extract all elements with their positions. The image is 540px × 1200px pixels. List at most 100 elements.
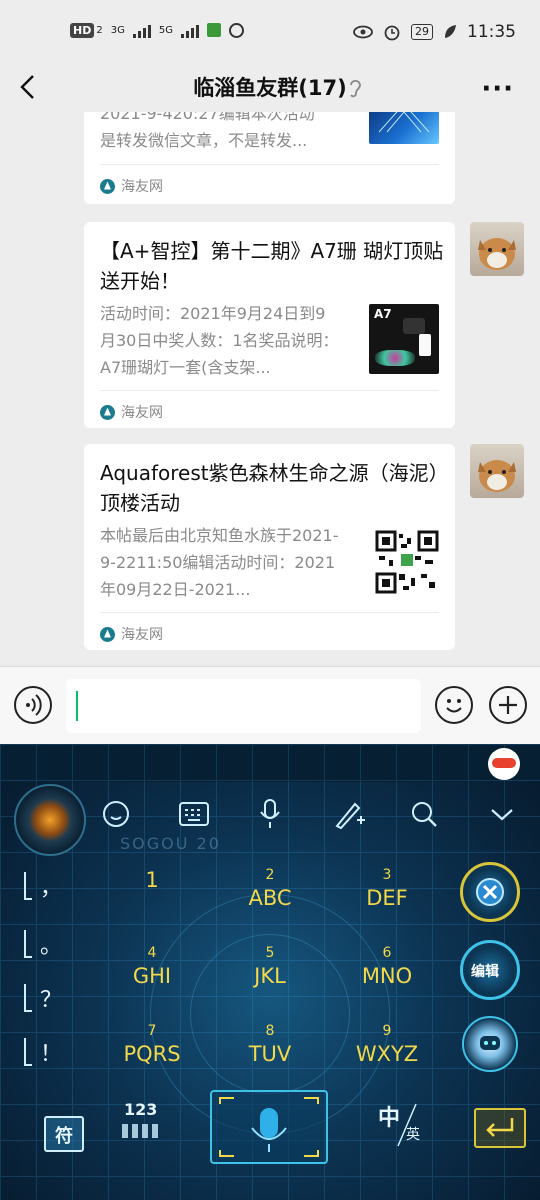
nfc-icon [228, 22, 244, 38]
sender-avatar[interactable] [470, 444, 524, 498]
enter-key[interactable] [474, 1108, 526, 1148]
space-voice-key[interactable] [210, 1090, 328, 1164]
text-cursor [76, 691, 78, 721]
key-letters: GHI [132, 964, 172, 988]
key-2[interactable]: 2 ABC [210, 866, 330, 936]
network-3g-label: 3G [110, 24, 125, 36]
card-description: 活动时间：2021年9月24日到9月30日中奖人数：1名奖品说明：A7珊瑚灯一套… [100, 304, 339, 377]
chat-header: 临淄鱼友群(17) ··· [0, 64, 540, 112]
sim-number: 2 [96, 24, 103, 36]
edit-key[interactable]: 编辑 [460, 940, 520, 1000]
clock: 11:35 [467, 22, 516, 42]
app-notification-icon [206, 23, 221, 37]
key-number: 2 [265, 867, 275, 883]
key-number: 5 [265, 945, 275, 961]
enter-arrow-icon [486, 1118, 514, 1137]
plus-icon [499, 696, 517, 714]
link-card-message[interactable]: Aquaforest紫色森林生命之源（海泥）顶楼活动 本帖最后由北京知鱼水族于2… [84, 444, 455, 650]
language-switch-key[interactable]: 中 英 [376, 1100, 428, 1148]
microphone-icon[interactable] [250, 794, 290, 834]
emoji-toolbar-icon[interactable] [96, 794, 136, 834]
key-9[interactable]: 9 WXYZ [327, 1022, 447, 1092]
ime-keyboard: SOGOU 20 ， 。 ？ ！ 1 2 ABC 3 DEF 4 GHI 5 JKL 6… [0, 744, 540, 1200]
key-letters: TUV [248, 1042, 292, 1066]
numbers-key[interactable]: 123 [118, 1100, 166, 1146]
collapse-keyboard-icon[interactable] [482, 794, 522, 834]
key-8[interactable]: 8 TUV [210, 1022, 330, 1092]
leaf-icon [445, 25, 456, 38]
symbols-key[interactable]: 符 [44, 1116, 84, 1152]
key-letters: 1 [145, 868, 159, 892]
key-7[interactable]: 7 PQRS [92, 1022, 212, 1092]
mute-ear-icon [350, 79, 361, 98]
edit-key-label: 编辑 [471, 964, 499, 980]
source-logo-icon [100, 626, 115, 642]
emoji-face-key[interactable] [462, 1016, 518, 1072]
key-number: 9 [382, 1023, 392, 1039]
emoji-button[interactable] [435, 686, 473, 724]
signal-icon [132, 22, 151, 38]
message-list: 2021-9-420:27编辑本次活动 是转发微信文章，不是转发... 海友网 … [0, 112, 540, 666]
link-card-message[interactable]: 2021-9-420:27编辑本次活动 是转发微信文章，不是转发... 海友网 [84, 112, 455, 204]
message-input-bar [0, 666, 540, 744]
card-divider [100, 612, 439, 613]
key-letters: ABC [248, 886, 292, 910]
card-description: 本帖最后由北京知鱼水族于2021-9-2211:50编辑活动时间：2021年09… [100, 526, 339, 599]
keyboard-switch-icon[interactable] [174, 794, 214, 834]
sender-avatar[interactable] [470, 222, 524, 276]
card-divider [100, 164, 439, 165]
card-source: 海友网 [100, 402, 163, 422]
hd-badge: HD [70, 22, 95, 38]
symbol-exclaim-key[interactable]: ！ [24, 1034, 64, 1070]
source-logo-icon [100, 404, 115, 420]
key-6[interactable]: 6 MNO [327, 944, 447, 1014]
close-icon [476, 878, 504, 906]
card-thumbnail [369, 112, 439, 144]
key-letters: MNO [361, 964, 413, 988]
keyboard-brand-watermark: SOGOU 20 [120, 834, 221, 853]
card-qr-thumbnail [375, 530, 439, 594]
more-options-icon[interactable]: ··· [481, 74, 514, 104]
robot-face-icon [480, 1036, 500, 1050]
key-3[interactable]: 3 DEF [327, 866, 447, 936]
key-number: 6 [382, 945, 392, 961]
key-number: 3 [382, 867, 392, 883]
symbols-key-label: 符 [55, 1126, 73, 1147]
more-functions-button[interactable] [489, 686, 527, 724]
card-thumbnail: A7 [369, 304, 439, 374]
key-5[interactable]: 5 JKL [210, 944, 330, 1014]
symbol-question-key[interactable]: ？ [24, 980, 64, 1016]
delete-key[interactable] [460, 862, 520, 922]
key-letters: DEF [366, 886, 408, 910]
symbol-comma-key[interactable]: ， [24, 868, 64, 904]
card-title: 【A+智控】第十二期》A7珊 瑚灯顶贴送开始！ [100, 239, 444, 293]
symbol-period-key[interactable]: 。 [24, 926, 64, 962]
card-source: 海友网 [100, 176, 163, 196]
link-card-message[interactable]: 【A+智控】第十二期》A7珊 瑚灯顶贴送开始！ 活动时间：2021年9月24日到… [84, 222, 455, 428]
source-logo-icon [100, 178, 115, 194]
eye-icon [353, 25, 373, 39]
key-number: 8 [265, 1023, 275, 1039]
handwriting-icon[interactable] [330, 794, 370, 834]
numbers-key-label: 123 [124, 1100, 158, 1119]
keyboard-decor-orb [14, 784, 86, 856]
status-bar-right: 29 11:35 [353, 22, 516, 42]
key-letters: WXYZ [355, 1042, 419, 1066]
search-icon[interactable] [404, 794, 444, 834]
status-bar-left: HD 2 3G 5G [70, 22, 244, 38]
ime-mascot-icon[interactable] [488, 748, 520, 780]
card-divider [100, 390, 439, 391]
source-name: 海友网 [121, 405, 163, 421]
key-4[interactable]: 4 GHI [92, 944, 212, 1014]
symbol-label: ？ [40, 988, 63, 1013]
switch-slash-icon [397, 1103, 417, 1147]
symbol-label: 。 [40, 934, 63, 959]
voice-input-button[interactable] [14, 686, 52, 724]
message-text-input[interactable] [66, 679, 421, 733]
alarm-icon [384, 25, 400, 41]
network-5g-label: 5G [158, 24, 173, 36]
smiley-icon [446, 699, 462, 713]
key-1[interactable]: 1 [92, 866, 212, 936]
battery-indicator: 29 [411, 24, 433, 40]
symbol-label: ！ [40, 1042, 63, 1067]
